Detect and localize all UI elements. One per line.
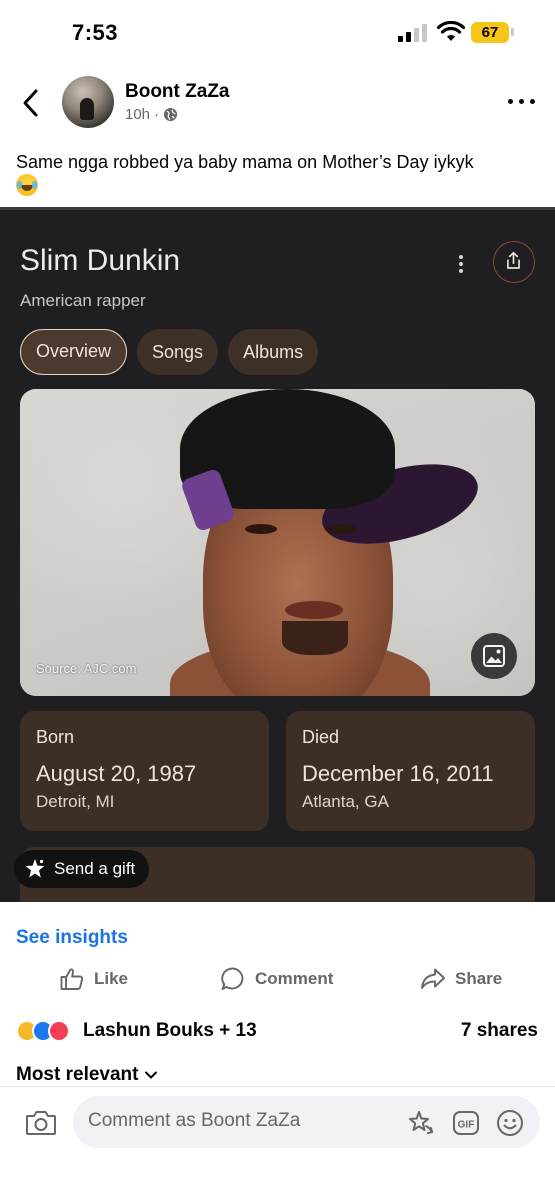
tab-chips: Overview Songs Albums bbox=[20, 329, 319, 375]
like-button[interactable]: Like bbox=[59, 966, 128, 992]
status-bar: 7:53 67 bbox=[0, 0, 555, 62]
love-reaction-icon bbox=[48, 1020, 70, 1042]
born-card: Born August 20, 1987 Detroit, MI bbox=[20, 711, 269, 831]
shares-count[interactable]: 7 shares bbox=[461, 1020, 538, 1042]
camera-icon[interactable] bbox=[24, 1106, 58, 1140]
comment-label: Comment bbox=[255, 969, 334, 988]
send-gift-button[interactable]: Send a gift bbox=[14, 850, 150, 888]
status-time: 7:53 bbox=[72, 20, 119, 45]
knowledge-panel-title: Slim Dunkin bbox=[20, 244, 181, 277]
post-meta: 10h · bbox=[125, 106, 178, 123]
tab-albums: Albums bbox=[228, 329, 319, 375]
comment-input[interactable] bbox=[88, 1110, 388, 1132]
meta-separator: · bbox=[154, 106, 160, 123]
died-label: Died bbox=[302, 727, 340, 747]
fact-cards: Born August 20, 1987 Detroit, MI Died De… bbox=[20, 711, 535, 831]
embedded-screenshot[interactable]: Slim Dunkin American rapper Overview Son… bbox=[0, 207, 555, 902]
back-arrow-icon[interactable] bbox=[18, 86, 46, 120]
died-card: Died December 16, 2011 Atlanta, GA bbox=[286, 711, 535, 831]
artist-photo: Source: AJC.com bbox=[20, 389, 535, 696]
battery-tip bbox=[511, 28, 514, 36]
born-place: Detroit, MI bbox=[36, 792, 115, 811]
post-actions: Like Comment Share bbox=[0, 962, 555, 998]
divider bbox=[0, 1086, 555, 1087]
tab-overview: Overview bbox=[20, 329, 128, 375]
wifi-icon bbox=[437, 21, 465, 41]
share-icon bbox=[493, 241, 535, 283]
post-caption: Same ngga robbed ya baby mama on Mother’… bbox=[16, 150, 541, 198]
reaction-summary[interactable]: Lashun Bouks + 13 bbox=[83, 1020, 257, 1042]
like-label: Like bbox=[94, 969, 129, 988]
gift-icon bbox=[25, 859, 45, 878]
svg-text:GIF: GIF bbox=[458, 1120, 475, 1131]
photo-source: Source: AJC.com bbox=[36, 661, 137, 676]
comment-button[interactable]: Comment bbox=[220, 966, 333, 992]
photo-mouth bbox=[285, 601, 343, 619]
more-icon[interactable] bbox=[508, 97, 538, 107]
comment-icon bbox=[221, 967, 244, 990]
share-label: Share bbox=[455, 969, 503, 988]
chevron-down-icon bbox=[145, 1071, 158, 1079]
died-place: Atlanta, GA bbox=[302, 792, 389, 811]
send-gift-label: Send a gift bbox=[54, 859, 136, 878]
kebab-menu-icon bbox=[459, 255, 465, 275]
comment-composer: GIF bbox=[0, 1090, 555, 1200]
born-date: August 20, 1987 bbox=[36, 761, 197, 786]
post-time: 10h bbox=[125, 106, 151, 123]
sticker-icon[interactable] bbox=[406, 1108, 436, 1138]
avatar[interactable] bbox=[62, 76, 114, 128]
photo-eye-right bbox=[325, 524, 357, 534]
see-insights-link[interactable]: See insights bbox=[16, 927, 128, 949]
emoji-icon[interactable] bbox=[495, 1108, 525, 1138]
share-arrow-icon bbox=[421, 968, 445, 989]
post-author[interactable]: Boont ZaZa bbox=[125, 81, 230, 103]
caption-text: Same ngga robbed ya baby mama on Mother’… bbox=[16, 152, 474, 172]
signal-icon bbox=[398, 24, 428, 42]
share-button[interactable]: Share bbox=[420, 966, 502, 992]
gallery-icon bbox=[471, 633, 517, 679]
comment-sort-dropdown[interactable]: Most relevant bbox=[16, 1064, 158, 1086]
photo-eye-left bbox=[245, 524, 277, 534]
comment-sort-label: Most relevant bbox=[16, 1064, 139, 1085]
died-date: December 16, 2011 bbox=[302, 761, 494, 786]
comment-box[interactable]: GIF bbox=[73, 1096, 540, 1148]
globe-icon bbox=[163, 107, 178, 122]
gif-icon[interactable]: GIF bbox=[451, 1108, 481, 1138]
reaction-icons[interactable] bbox=[16, 1020, 70, 1042]
knowledge-panel-subtitle: American rapper bbox=[20, 291, 146, 310]
photo-beard bbox=[282, 621, 348, 655]
like-icon bbox=[60, 968, 84, 990]
tab-songs: Songs bbox=[137, 329, 219, 375]
born-label: Born bbox=[36, 727, 75, 747]
battery-indicator: 67 bbox=[471, 22, 509, 43]
laughing-emoji-icon bbox=[16, 174, 38, 196]
